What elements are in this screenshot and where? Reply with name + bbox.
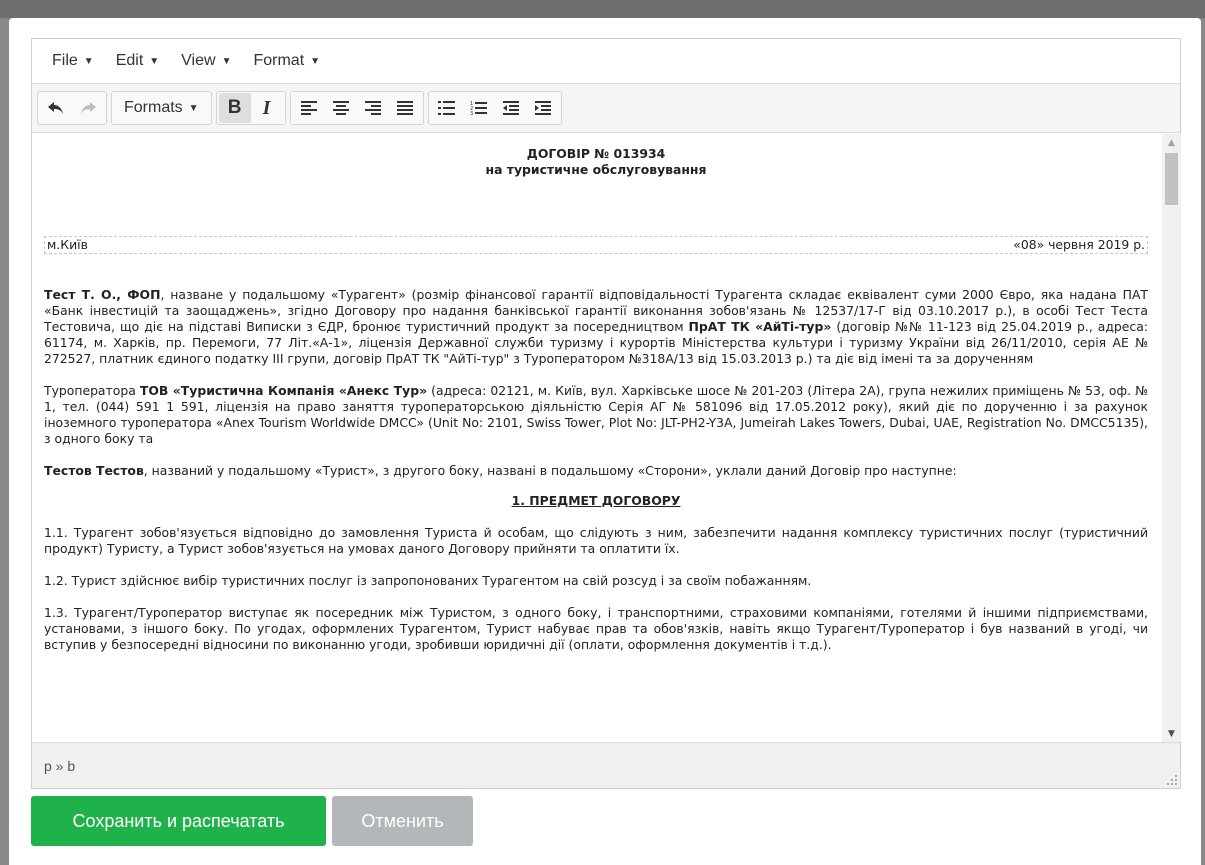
contract-title: ДОГОВІР № 013934 [526,146,666,161]
formats-label: Formats [124,99,183,116]
align-right-icon [364,101,381,115]
align-justify-button[interactable] [389,93,421,123]
style-group: B I [215,91,286,125]
menu-view[interactable]: View ▼ [171,52,241,70]
caret-down-icon: ▼ [188,102,199,114]
menu-edit[interactable]: Edit ▼ [106,52,169,70]
editor-menubar: File ▼ Edit ▼ View ▼ Format ▼ [32,39,1180,83]
caret-down-icon: ▼ [83,55,94,67]
menu-file-label: File [52,52,78,69]
operator-text-1: Туроператора [44,383,140,398]
history-group [37,91,107,125]
menu-edit-label: Edit [115,52,144,69]
agent-name: Тест Т. О., ФОП [44,287,161,302]
outdent-button[interactable] [495,93,527,123]
bullet-list-button[interactable] [431,93,463,123]
caret-down-icon: ▼ [221,55,232,67]
align-justify-icon [396,101,413,115]
section-1-title: 1. ПРЕДМЕТ ДОГОВОРУ [511,493,681,508]
bullet-list-icon [438,101,456,115]
menu-view-label: View [181,52,216,69]
scrollbar-thumb[interactable] [1165,153,1178,205]
formats-group: Formats ▼ [111,91,212,125]
rich-text-editor: File ▼ Edit ▼ View ▼ Format ▼ Formats ▼ … [31,38,1181,789]
tourist-name: Тестов Тестов [44,463,144,478]
page-backdrop [0,0,1205,18]
operator-paragraph: Туроператора ТОВ «Туристична Компанія «А… [44,383,1148,447]
clause-1-1: 1.1. Турагент зобов'язується відповідно … [44,525,1148,556]
numbered-list-icon: 123 [470,101,488,115]
operator-company: ТОВ «Туристична Компанія «Анекс Тур» [139,383,428,398]
outdent-icon [502,101,519,115]
redo-icon [81,102,96,114]
numbered-list-button[interactable]: 123 [463,93,495,123]
indent-button[interactable] [527,93,559,123]
redo-button[interactable] [72,93,104,123]
content-scrollbar[interactable]: ▲ ▼ [1162,134,1181,742]
italic-icon: I [262,96,271,119]
undo-button[interactable] [40,93,72,123]
editor-content[interactable]: ДОГОВІР № 013934 на туристичне обслугову… [32,134,1160,742]
bold-button[interactable]: B [218,93,251,123]
formats-dropdown[interactable]: Formats ▼ [114,93,209,123]
align-left-button[interactable] [293,93,325,123]
bold-icon: B [227,97,242,118]
undo-icon [48,102,63,114]
align-group [289,91,424,125]
contract-subtitle: на туристичне обслуговування [485,162,707,177]
tourist-paragraph: Тестов Тестов, названий у подальшому «Ту… [44,463,1148,479]
caret-down-icon: ▼ [149,55,160,67]
save-and-print-button[interactable]: Сохранить и распечатать [31,796,326,846]
menu-format[interactable]: Format ▼ [243,52,330,70]
align-center-button[interactable] [325,93,357,123]
align-center-icon [332,101,349,115]
place-date-row: м.Київ «08» червня 2019 р. [44,236,1148,254]
cancel-button[interactable]: Отменить [332,796,473,846]
agent-paragraph: Тест Т. О., ФОП, назване у подальшому «Т… [44,287,1148,367]
tourist-text: , названий у подальшому «Турист», з друг… [143,463,957,478]
scroll-up-arrow-icon[interactable]: ▲ [1162,134,1181,151]
align-left-icon [300,101,317,115]
element-path[interactable]: p » b [44,758,75,774]
svg-text:3: 3 [470,111,473,115]
scroll-down-arrow-icon[interactable]: ▼ [1162,725,1181,742]
caret-down-icon: ▼ [310,55,321,67]
editor-toolbar: Formats ▼ B I 1 2 3 [32,83,1180,133]
indent-icon [534,101,551,115]
contract-city: м.Київ [47,237,88,252]
align-right-button[interactable] [357,93,389,123]
list-group: 123 [427,91,562,125]
resize-grip-icon[interactable] [1167,775,1177,785]
italic-button[interactable]: I [251,93,283,123]
edit-contract-modal: File ▼ Edit ▼ View ▼ Format ▼ Formats ▼ … [9,18,1201,865]
editor-statusbar: p » b [32,742,1180,788]
agent-company: ПрАТ ТК «АйТі-тур» [688,319,832,334]
clause-1-3: 1.3. Турагент/Туроператор виступає як по… [44,605,1148,652]
contract-date: «08» червня 2019 р. [1013,237,1145,252]
menu-format-label: Format [253,52,305,69]
clause-1-2: 1.2. Турист здійснює вибір туристичних п… [44,573,812,588]
menu-file[interactable]: File ▼ [42,52,104,70]
